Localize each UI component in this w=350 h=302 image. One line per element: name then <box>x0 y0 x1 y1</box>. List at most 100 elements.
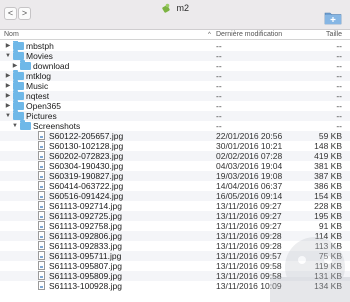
item-name: nqtest <box>26 91 50 101</box>
file-row[interactable]: S61113-095809.jpg 13/11/2016 09:58 131 KB <box>0 271 350 281</box>
item-date: 30/01/2016 10:21 <box>216 141 283 151</box>
disclosure-collapsed-icon[interactable]: ▶ <box>4 101 12 111</box>
item-size: 154 KB <box>314 191 342 201</box>
item-size: -- <box>336 41 342 51</box>
column-size[interactable]: Taille <box>326 31 342 38</box>
disclosure-collapsed-icon[interactable]: ▶ <box>4 41 12 51</box>
image-file-icon <box>38 161 45 170</box>
disclosure-collapsed-icon[interactable]: ▶ <box>4 81 12 91</box>
window-title: m2 <box>176 3 190 13</box>
item-size: 113 KB <box>314 241 342 251</box>
item-date: 02/02/2016 07:28 <box>216 151 283 161</box>
column-date[interactable]: Dernière modification <box>216 31 282 38</box>
item-name: mtklog <box>26 71 52 81</box>
item-date: -- <box>216 91 222 101</box>
file-row[interactable]: S60414-063722.jpg 14/04/2016 06:37 386 KB <box>0 181 350 191</box>
image-file-icon <box>38 251 45 260</box>
file-row[interactable]: S60516-091424.jpg 16/05/2016 09:14 154 KB <box>0 191 350 201</box>
item-date: -- <box>216 71 222 81</box>
item-name: S61113-092725.jpg <box>49 211 122 221</box>
image-file-icon <box>38 141 45 150</box>
disclosure-collapsed-icon[interactable]: ▶ <box>4 71 12 81</box>
item-name: S61113-092833.jpg <box>49 241 122 251</box>
file-row[interactable]: S61113-092725.jpg 13/11/2016 09:27 195 KB <box>0 211 350 221</box>
file-row[interactable]: S60130-102128.jpg 30/01/2016 10:21 148 KB <box>0 141 350 151</box>
image-file-icon <box>38 241 45 250</box>
item-date: 19/03/2016 19:08 <box>216 171 283 181</box>
item-size: -- <box>336 121 342 131</box>
file-row[interactable]: S61113-095807.jpg 13/11/2016 09:58 119 KB <box>0 261 350 271</box>
item-size: 114 KB <box>314 231 342 241</box>
image-file-icon <box>38 221 45 230</box>
folder-row[interactable]: ▶ nqtest -- -- <box>0 90 350 101</box>
file-row[interactable]: S61113-095711.jpg 13/11/2016 09:57 75 KB <box>0 251 350 261</box>
file-row[interactable]: S61113-100928.jpg 13/11/2016 10:09 134 KB <box>0 281 350 291</box>
item-size: -- <box>336 111 342 121</box>
folder-row[interactable]: ▶ Music -- -- <box>0 80 350 91</box>
file-row[interactable]: S60122-205657.jpg 22/01/2016 20:56 59 KB <box>0 131 350 141</box>
file-list: ▶ mbstph -- -- ▼ Movies -- -- ▶ download -- -- ▶ mtkl… <box>0 41 350 302</box>
item-date: 13/11/2016 09:58 <box>216 271 282 281</box>
item-date: 13/11/2016 09:28 <box>216 231 282 241</box>
file-row[interactable]: S61113-092714.jpg 13/11/2016 09:27 228 KB <box>0 201 350 211</box>
disclosure-expanded-icon[interactable]: ▼ <box>4 111 12 121</box>
item-size: 387 KB <box>314 171 342 181</box>
item-name: S61113-100928.jpg <box>49 281 122 291</box>
folder-row[interactable]: ▶ mtklog -- -- <box>0 70 350 81</box>
item-date: 13/11/2016 09:27 <box>216 201 282 211</box>
item-name: S60319-190827.jpg <box>49 171 124 181</box>
item-name: S60122-205657.jpg <box>49 131 124 141</box>
item-size: -- <box>336 71 342 81</box>
item-size: -- <box>336 51 342 61</box>
folder-row[interactable]: ▶ download -- -- <box>0 60 350 71</box>
item-date: 13/11/2016 09:57 <box>216 251 282 261</box>
file-row[interactable]: S60319-190827.jpg 19/03/2016 19:08 387 KB <box>0 171 350 181</box>
item-size: 131 KB <box>314 271 342 281</box>
file-row[interactable]: S61113-092806.jpg 13/11/2016 09:28 114 KB <box>0 231 350 241</box>
image-file-icon <box>38 231 45 240</box>
file-row[interactable]: S60202-072823.jpg 02/02/2016 07:28 419 KB <box>0 151 350 161</box>
file-row[interactable]: S60304-190430.jpg 04/03/2016 19:04 381 KB <box>0 161 350 171</box>
folder-row[interactable]: ▼ Screenshots -- -- <box>0 120 350 131</box>
item-size: 195 KB <box>314 211 342 221</box>
file-row[interactable]: S61113-092833.jpg 13/11/2016 09:28 113 KB <box>0 241 350 251</box>
item-name: S60414-063722.jpg <box>49 181 124 191</box>
item-date: 16/05/2016 09:14 <box>216 191 283 201</box>
item-date: -- <box>216 51 222 61</box>
disclosure-expanded-icon[interactable]: ▼ <box>4 51 12 61</box>
item-size: 91 KB <box>318 221 342 231</box>
item-date: -- <box>216 121 222 131</box>
item-name: S61113-095711.jpg <box>49 251 122 261</box>
image-file-icon <box>38 151 45 160</box>
item-date: 13/11/2016 10:09 <box>216 281 282 291</box>
column-name[interactable]: Nom <box>4 31 19 38</box>
image-file-icon <box>38 281 45 290</box>
item-date: 13/11/2016 09:27 <box>216 211 282 221</box>
item-date: 13/11/2016 09:27 <box>216 221 282 231</box>
item-date: 22/01/2016 20:56 <box>216 131 283 141</box>
folder-icon <box>13 50 24 60</box>
folder-icon <box>13 110 24 120</box>
disclosure-collapsed-icon[interactable]: ▶ <box>4 91 12 101</box>
folder-icon <box>20 120 31 130</box>
folder-row[interactable]: ▶ mbstph -- -- <box>0 41 350 51</box>
item-name: S60130-102128.jpg <box>49 141 124 151</box>
folder-row[interactable]: ▼ Movies -- -- <box>0 50 350 61</box>
image-file-icon <box>38 201 45 210</box>
image-file-icon <box>38 191 45 200</box>
item-size: -- <box>336 61 342 71</box>
item-size: 134 KB <box>314 281 342 291</box>
disclosure-expanded-icon[interactable]: ▼ <box>11 121 19 131</box>
item-date: 04/03/2016 19:04 <box>216 161 283 171</box>
android-icon <box>162 3 170 13</box>
folder-icon <box>13 90 24 100</box>
folder-row[interactable]: ▼ Pictures -- -- <box>0 110 350 121</box>
item-size: 148 KB <box>314 141 342 151</box>
file-row[interactable]: S61113-092758.jpg 13/11/2016 09:27 91 KB <box>0 221 350 231</box>
folder-icon <box>13 100 24 110</box>
item-date: -- <box>216 41 222 51</box>
new-folder-icon[interactable] <box>324 10 342 25</box>
folder-row[interactable]: ▶ Open365 -- -- <box>0 100 350 111</box>
item-name: Open365 <box>26 101 61 111</box>
sort-indicator-icon: ^ <box>208 32 211 38</box>
